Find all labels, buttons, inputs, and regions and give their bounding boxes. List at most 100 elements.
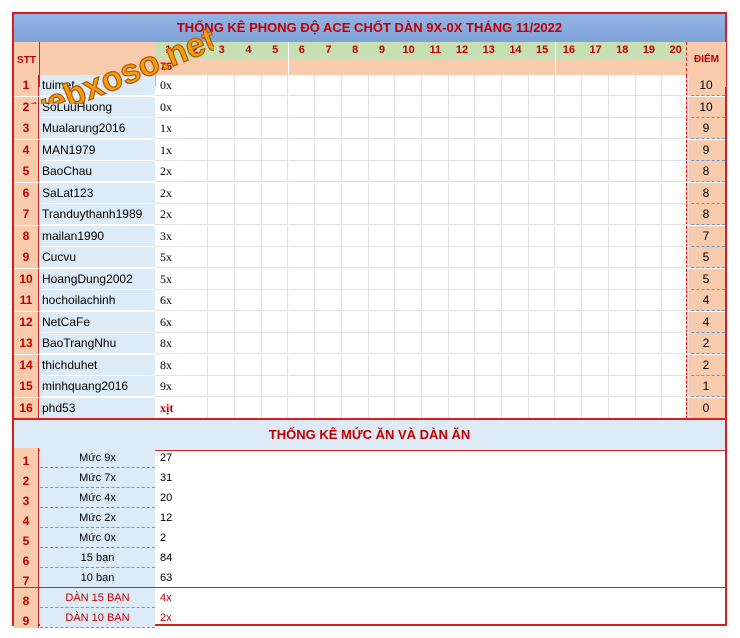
summary-stt: 7	[14, 568, 39, 588]
day-cell	[288, 75, 316, 96]
day-cell	[448, 376, 476, 397]
row-stt: 11	[14, 290, 39, 311]
day-cell	[395, 311, 422, 333]
day-cell	[528, 311, 556, 333]
day-cell	[582, 333, 609, 354]
day-cell	[208, 118, 236, 139]
player-name: SaLat123	[40, 182, 155, 204]
day-cell	[341, 290, 369, 311]
player-diem: 10	[686, 75, 725, 96]
day-cell	[235, 182, 262, 204]
day-cell	[261, 75, 289, 96]
day-cell	[315, 118, 342, 139]
dan-value: 2x	[160, 612, 172, 624]
day-cell	[448, 290, 476, 311]
summary-row: 1 Mức 9x 27	[14, 448, 725, 468]
day-cell	[528, 354, 556, 376]
day-subheader-20	[662, 59, 689, 75]
day-cell	[422, 354, 449, 376]
summary-value: 20	[160, 492, 173, 504]
summary-label: 15 bạn	[40, 548, 155, 568]
day-cell	[261, 268, 289, 290]
day-cell	[662, 204, 689, 225]
day-subheader-10	[395, 59, 422, 75]
day-cell	[448, 397, 476, 419]
day-cell	[395, 247, 422, 268]
day-cell	[502, 75, 529, 96]
day-cell	[528, 96, 556, 118]
summary-value: 31	[160, 472, 173, 484]
day-cell	[235, 290, 262, 311]
summary-row: 7 10 bạn 63	[14, 568, 725, 588]
day-cell	[555, 161, 583, 182]
summary-stt: 6	[14, 548, 39, 568]
day-cell	[528, 333, 556, 354]
day-cell	[662, 182, 689, 204]
day-subheader-14	[502, 59, 529, 75]
day-cell	[181, 161, 209, 182]
player-day1-value: 9x	[155, 376, 181, 397]
summary-stt: 4	[14, 508, 39, 528]
day-cell	[261, 96, 289, 118]
day-cell	[662, 139, 689, 161]
summary-label: 10 bạn	[40, 568, 155, 588]
day-subheader-12	[448, 59, 476, 75]
player-day1-value: 8x	[155, 333, 181, 354]
player-name: NetCaFe	[40, 311, 155, 333]
summary-value: 63	[160, 572, 173, 584]
summary-stt: 2	[14, 468, 39, 488]
day-cell	[555, 397, 583, 419]
day-header-8: 8	[341, 42, 370, 59]
day-cell	[502, 182, 529, 204]
day-cell	[395, 182, 422, 204]
day-cell	[582, 225, 609, 247]
player-name: Tranduythanh1989	[40, 204, 155, 225]
day-cell	[582, 268, 609, 290]
day-cell	[608, 96, 636, 118]
row-stt: 4	[14, 139, 39, 161]
day-cell	[662, 161, 689, 182]
day-cell	[368, 247, 396, 268]
day-cell	[502, 311, 529, 333]
day-subheader-13	[475, 59, 503, 75]
player-day1-value: 2x	[155, 183, 181, 204]
day-cell	[368, 96, 396, 118]
day-cell	[662, 311, 689, 333]
day-cell	[475, 311, 503, 333]
day-cell	[662, 333, 689, 354]
day-cell	[635, 96, 663, 118]
day-cell	[288, 311, 316, 333]
day-cell	[528, 75, 556, 96]
table-row: 11 hochoilachinh 6x 4	[14, 290, 725, 311]
player-diem: 5	[686, 247, 725, 268]
player-name: Mualarung2016	[40, 118, 155, 139]
day-cell	[555, 139, 583, 161]
day-cell	[395, 204, 422, 225]
day-cell	[181, 118, 209, 139]
day1-total: 76	[160, 61, 173, 73]
day-cell	[608, 204, 636, 225]
day-cell	[235, 225, 262, 247]
day-cell	[235, 139, 262, 161]
day-subheader-9	[368, 59, 396, 75]
day-cell	[502, 290, 529, 311]
day-cell	[368, 311, 396, 333]
dan-row: 9 DÀN 10 BẠN 2x	[14, 608, 725, 628]
player-day1-value: 6x	[155, 290, 181, 311]
table-row: 3 Mualarung2016 1x 9	[14, 118, 725, 139]
day-header-4: 4	[235, 42, 263, 59]
day-cell	[368, 333, 396, 354]
day-cell	[608, 161, 636, 182]
day-cell	[235, 376, 262, 397]
day-cell	[208, 333, 236, 354]
player-day1-value: 8x	[155, 355, 181, 376]
row-stt: 9	[14, 247, 39, 268]
day-cell	[341, 311, 369, 333]
day-cell	[555, 354, 583, 376]
day-cell	[395, 376, 422, 397]
player-name: hochoilachinh	[40, 290, 155, 311]
day-cell	[235, 96, 262, 118]
day-cell	[368, 182, 396, 204]
day-cell	[635, 376, 663, 397]
row-stt: 14	[14, 354, 39, 376]
